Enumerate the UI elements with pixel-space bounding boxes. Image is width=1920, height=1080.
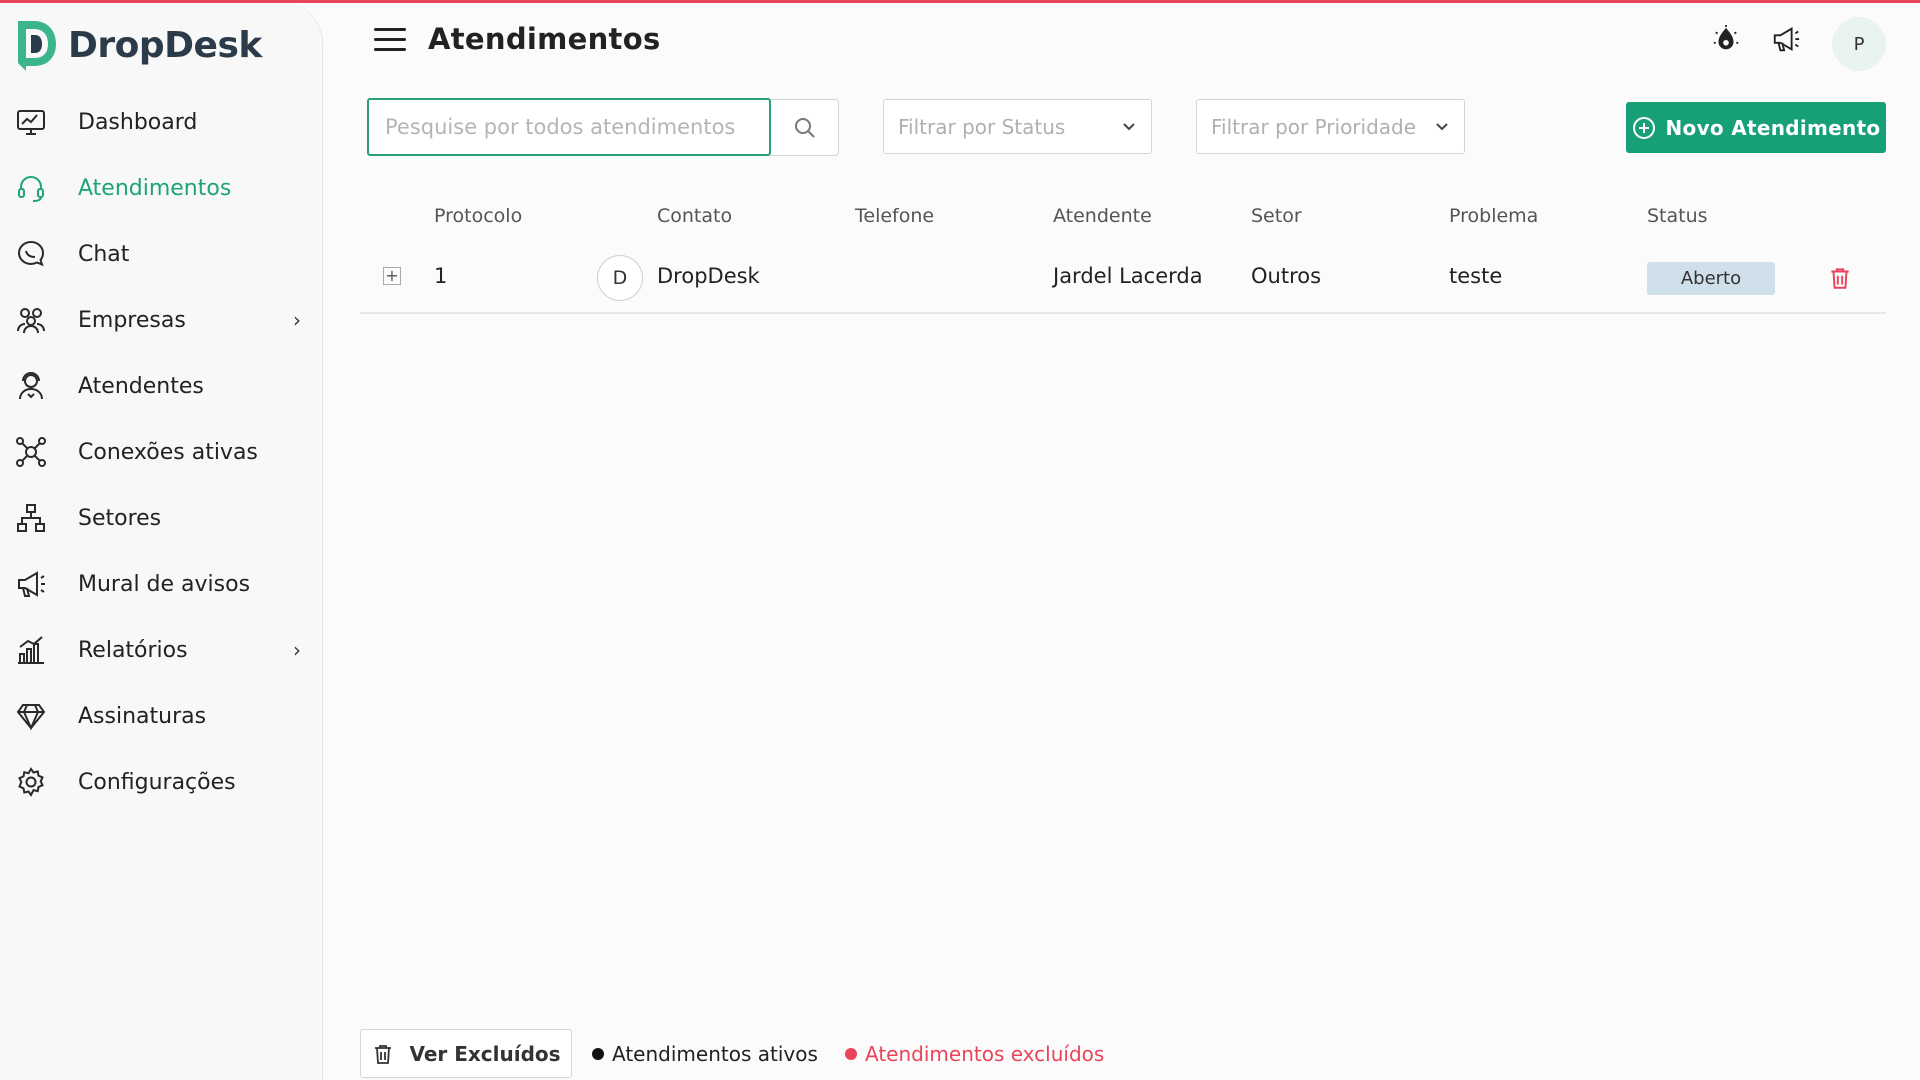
deleted-dot-icon: [845, 1048, 857, 1060]
chat-icon: [14, 237, 48, 271]
status-filter-label: Filtrar por Status: [898, 114, 1066, 139]
expand-row-button[interactable]: +: [383, 267, 401, 285]
contact-avatar: D: [597, 255, 643, 301]
sidebar: DropDesk Dashboard Atendimentos Chat Emp…: [0, 3, 323, 1080]
megaphone-icon: [14, 567, 48, 601]
legend-active-label: Atendimentos ativos: [612, 1042, 818, 1066]
sidebar-item-atendimentos[interactable]: Atendimentos: [0, 155, 323, 221]
gear-icon: [14, 765, 48, 799]
sidebar-item-label: Conexões ativas: [78, 439, 258, 465]
sidebar-nav: Dashboard Atendimentos Chat Empresas › A…: [0, 89, 323, 815]
active-dot-icon: [592, 1048, 604, 1060]
sidebar-item-label: Mural de avisos: [78, 571, 251, 597]
cell-protocolo: 1: [434, 264, 448, 288]
sidebar-item-mural-de-avisos[interactable]: Mural de avisos: [0, 551, 323, 617]
sidebar-item-atendentes[interactable]: Atendentes: [0, 353, 323, 419]
cell-atendente: Jardel Lacerda: [1053, 264, 1203, 288]
ver-excluidos-label: Ver Excluídos: [409, 1041, 561, 1066]
sidebar-item-label: Dashboard: [78, 109, 198, 135]
sidebar-item-dashboard[interactable]: Dashboard: [0, 89, 323, 155]
dashboard-icon: [14, 105, 48, 139]
cell-contato: DropDesk: [657, 264, 760, 288]
sidebar-item-chat[interactable]: Chat: [0, 221, 323, 287]
cell-problema: teste: [1449, 264, 1503, 288]
legend-deleted-label: Atendimentos excluídos: [865, 1042, 1105, 1066]
sidebar-item-label: Relatórios: [78, 637, 188, 663]
companies-icon: [14, 303, 48, 337]
user-avatar[interactable]: P: [1832, 17, 1886, 71]
column-header-protocolo[interactable]: Protocolo: [434, 205, 522, 227]
theme-toggle-icon[interactable]: [1709, 22, 1743, 56]
trash-icon: [375, 1044, 392, 1064]
sidebar-item-conexoes-ativas[interactable]: Conexões ativas: [0, 419, 323, 485]
sidebar-item-label: Atendentes: [78, 373, 204, 399]
dropdesk-logo-icon: [18, 21, 56, 71]
sidebar-item-assinaturas[interactable]: Assinaturas: [0, 683, 323, 749]
priority-filter-select[interactable]: Filtrar por Prioridade: [1196, 99, 1465, 154]
sidebar-item-label: Setores: [78, 505, 162, 531]
column-header-telefone[interactable]: Telefone: [855, 205, 934, 227]
reports-icon: [14, 633, 48, 667]
plus-circle-icon: [1632, 116, 1655, 139]
status-filter-select[interactable]: Filtrar por Status: [883, 99, 1152, 154]
sidebar-item-setores[interactable]: Setores: [0, 485, 323, 551]
column-header-problema[interactable]: Problema: [1449, 205, 1538, 227]
sidebar-item-configuracoes[interactable]: Configurações: [0, 749, 323, 815]
ver-excluidos-button[interactable]: Ver Excluídos: [360, 1029, 572, 1078]
column-header-status[interactable]: Status: [1647, 205, 1708, 227]
attendant-icon: [14, 369, 48, 403]
hamburger-menu-icon[interactable]: [374, 28, 406, 56]
chevron-down-icon: [1436, 123, 1448, 131]
search-button[interactable]: [771, 99, 839, 156]
sidebar-item-empresas[interactable]: Empresas ›: [0, 287, 323, 353]
cell-setor: Outros: [1251, 264, 1322, 288]
diamond-icon: [14, 699, 48, 733]
headset-icon: [14, 171, 48, 205]
connections-icon: [14, 435, 48, 469]
sidebar-item-label: Chat: [78, 241, 130, 267]
sidebar-item-relatorios[interactable]: Relatórios ›: [0, 617, 323, 683]
chevron-right-icon: ›: [293, 638, 301, 662]
brand-name: DropDesk: [68, 24, 262, 66]
column-header-atendente[interactable]: Atendente: [1053, 205, 1152, 227]
sectors-icon: [14, 501, 48, 535]
page-title: Atendimentos: [428, 22, 661, 56]
row-divider: [360, 312, 1886, 314]
chevron-down-icon: [1123, 123, 1135, 131]
sidebar-item-label: Configurações: [78, 769, 236, 795]
new-atendimento-label: Novo Atendimento: [1665, 115, 1881, 140]
chevron-right-icon: ›: [293, 308, 301, 332]
sidebar-item-label: Empresas: [78, 307, 186, 333]
priority-filter-label: Filtrar por Prioridade: [1211, 114, 1417, 139]
search-icon: [794, 117, 815, 138]
column-header-setor[interactable]: Setor: [1251, 205, 1302, 227]
announcements-icon[interactable]: [1769, 22, 1803, 56]
legend-deleted: Atendimentos excluídos: [845, 1042, 1104, 1066]
sidebar-item-label: Atendimentos: [78, 175, 232, 201]
trash-icon[interactable]: [1827, 265, 1853, 291]
sidebar-item-label: Assinaturas: [78, 703, 207, 729]
search-input[interactable]: [367, 98, 771, 156]
column-header-contato[interactable]: Contato: [657, 205, 732, 227]
logo[interactable]: DropDesk: [12, 17, 262, 73]
new-atendimento-button[interactable]: Novo Atendimento: [1626, 102, 1886, 153]
status-badge: Aberto: [1647, 262, 1775, 295]
legend-active: Atendimentos ativos: [592, 1042, 818, 1066]
